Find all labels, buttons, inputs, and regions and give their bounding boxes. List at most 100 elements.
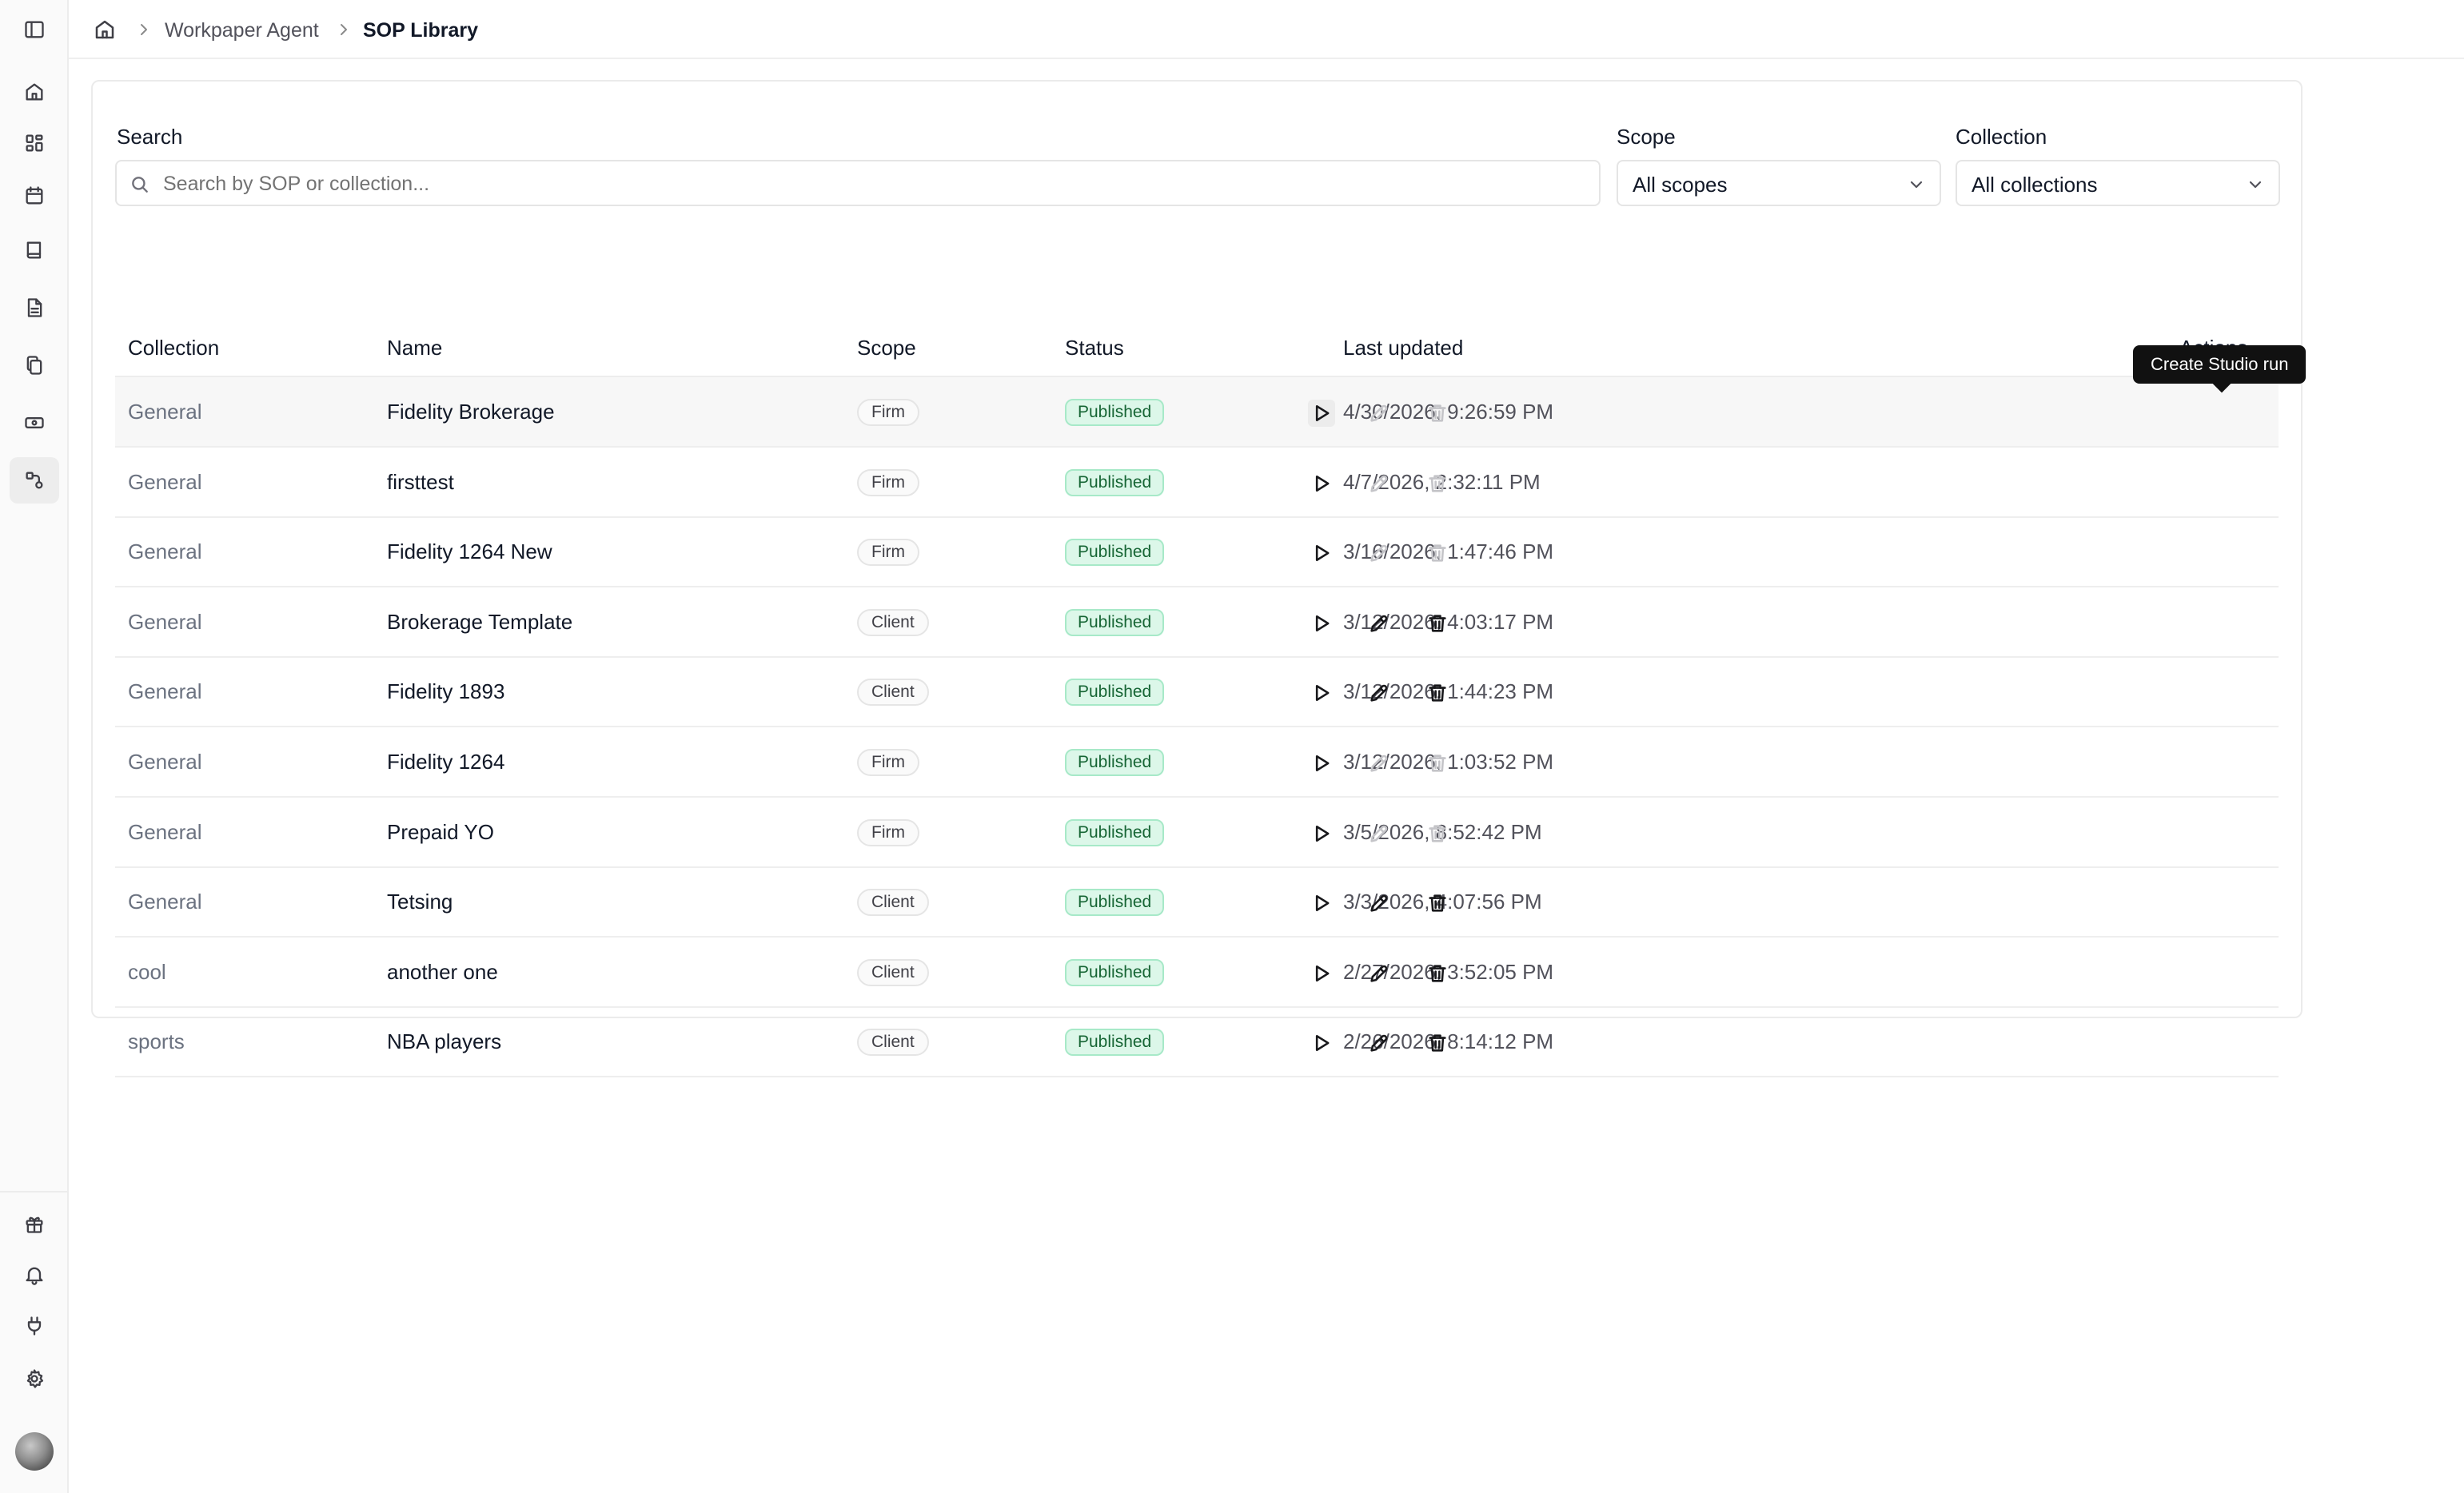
play-icon — [1310, 892, 1333, 914]
sidebar-item-billing[interactable] — [10, 400, 59, 446]
table-row[interactable]: General Brokerage Template Client Published… — [115, 587, 2279, 658]
trash-icon — [1426, 682, 1449, 704]
table-row[interactable]: General Fidelity 1264 New Firm Published 3/1… — [115, 517, 2279, 588]
trash-icon — [1426, 752, 1449, 774]
cell-name: Fidelity Brokerage — [387, 400, 555, 424]
status-badge: Published — [1065, 958, 1165, 986]
sidebar-item-integrations[interactable] — [10, 1303, 59, 1349]
status-badge: Published — [1065, 818, 1165, 846]
breadcrumb-workpaper-agent[interactable]: Workpaper Agent — [165, 19, 319, 42]
trash-icon — [1426, 892, 1449, 914]
table-row[interactable]: General firsttest Firm Published 4/7/2026, 2… — [115, 448, 2279, 518]
delete-button[interactable] — [1424, 679, 1451, 707]
cell-collection: cool — [128, 959, 166, 984]
sidebar-item-workflows[interactable] — [10, 457, 59, 504]
play-icon — [1310, 682, 1333, 704]
column-header-name[interactable]: Name — [387, 336, 442, 360]
sidebar-item-documents[interactable] — [10, 285, 59, 331]
table-row[interactable]: General Fidelity 1893 Client Published 3/12/… — [115, 657, 2279, 728]
column-header-status[interactable]: Status — [1065, 336, 1124, 360]
column-header-last-updated[interactable]: Last updated — [1343, 336, 1463, 360]
collection-select[interactable]: All collections — [1956, 160, 2280, 206]
edit-button[interactable] — [1366, 890, 1393, 917]
gift-icon — [26, 1216, 43, 1233]
status-badge: Published — [1065, 889, 1165, 917]
search-placeholder: Search by SOP or collection... — [163, 173, 430, 195]
scope-badge: Client — [857, 679, 929, 707]
delete-button[interactable] — [1424, 610, 1451, 637]
search-input[interactable]: Search by SOP or collection... — [115, 160, 1601, 206]
cell-name: NBA players — [387, 1029, 502, 1054]
pencil-icon — [1368, 892, 1390, 914]
sidebar-item-files[interactable] — [10, 342, 59, 388]
play-icon — [1310, 472, 1333, 495]
breadcrumb-current-page: SOP Library — [363, 19, 479, 42]
sidebar-toggle-button[interactable] — [10, 6, 59, 53]
pencil-icon — [1368, 1032, 1390, 1054]
create-studio-run-button[interactable] — [1308, 960, 1335, 987]
cell-collection: General — [128, 819, 202, 844]
table-row[interactable]: General Fidelity 1264 Firm Published 3/12/20… — [115, 727, 2279, 798]
table-row[interactable]: General Tetsing Client Published 3/3/2026, 4… — [115, 867, 2279, 938]
search-icon — [130, 174, 152, 197]
scope-label: Scope — [1617, 125, 1676, 149]
chevron-right-icon — [337, 22, 352, 38]
edit-button[interactable] — [1366, 679, 1393, 707]
edit-button[interactable] — [1366, 960, 1393, 987]
status-badge: Published — [1065, 539, 1165, 567]
dashboard-icon — [26, 134, 43, 152]
chevron-down-icon — [1908, 176, 1925, 193]
play-icon — [1310, 962, 1333, 985]
play-icon — [1310, 752, 1333, 774]
delete-button[interactable] — [1424, 960, 1451, 987]
create-studio-run-button[interactable] — [1308, 679, 1335, 707]
pencil-icon — [1368, 472, 1390, 495]
pencil-icon — [1368, 822, 1390, 845]
create-studio-run-button[interactable] — [1308, 1029, 1335, 1057]
create-studio-run-button[interactable] — [1308, 820, 1335, 847]
edit-button[interactable] — [1366, 1029, 1393, 1057]
sidebar-item-gifts[interactable] — [10, 1200, 59, 1247]
create-studio-run-button[interactable] — [1308, 470, 1335, 497]
table-row[interactable]: sports NBA players Client Published 2/26/202… — [115, 1007, 2279, 1078]
play-icon — [1310, 1032, 1333, 1054]
cell-name: firsttest — [387, 469, 454, 494]
create-studio-run-button[interactable] — [1308, 400, 1335, 427]
create-studio-run-button[interactable] — [1308, 539, 1335, 567]
sidebar-item-calendar[interactable] — [10, 173, 59, 219]
create-studio-run-button[interactable] — [1308, 750, 1335, 777]
cell-name: Fidelity 1264 New — [387, 539, 552, 564]
cell-name: Prepaid YO — [387, 819, 494, 844]
table-row[interactable]: General Fidelity Brokerage Firm Published 4/… — [115, 377, 2279, 448]
cell-name: Brokerage Template — [387, 609, 573, 634]
sidebar-item-home[interactable] — [10, 69, 59, 115]
plug-icon — [27, 1316, 42, 1336]
cell-collection: General — [128, 890, 202, 914]
book-icon — [26, 241, 42, 259]
scope-badge: Client — [857, 1029, 929, 1057]
avatar[interactable] — [15, 1432, 54, 1471]
pencil-icon — [1368, 682, 1390, 704]
edit-button[interactable] — [1366, 610, 1393, 637]
sidebar-item-settings[interactable] — [10, 1356, 59, 1402]
delete-button — [1424, 539, 1451, 567]
sidebar-item-notifications[interactable] — [10, 1252, 59, 1298]
create-studio-run-button[interactable] — [1308, 610, 1335, 637]
sidebar-item-library[interactable] — [10, 227, 59, 273]
sidebar-item-dashboard[interactable] — [10, 120, 59, 166]
delete-button[interactable] — [1424, 890, 1451, 917]
table-row[interactable]: General Prepaid YO Firm Published 3/5/2026, … — [115, 798, 2279, 868]
sidebar-divider — [0, 1191, 69, 1192]
search-label: Search — [117, 125, 183, 149]
scope-badge: Firm — [857, 399, 919, 426]
scope-select[interactable]: All scopes — [1617, 160, 1941, 206]
create-studio-run-button[interactable] — [1308, 890, 1335, 917]
calendar-icon — [26, 186, 43, 205]
breadcrumb-home[interactable] — [93, 18, 118, 43]
column-header-scope[interactable]: Scope — [857, 336, 916, 360]
table-row[interactable]: cool another one Client Published 2/27/2026,… — [115, 938, 2279, 1008]
column-header-collection[interactable]: Collection — [128, 336, 219, 360]
delete-button[interactable] — [1424, 1029, 1451, 1057]
sop-library-card: Search Search by SOP or collection... Sc… — [91, 80, 2307, 1078]
edit-button — [1366, 470, 1393, 497]
